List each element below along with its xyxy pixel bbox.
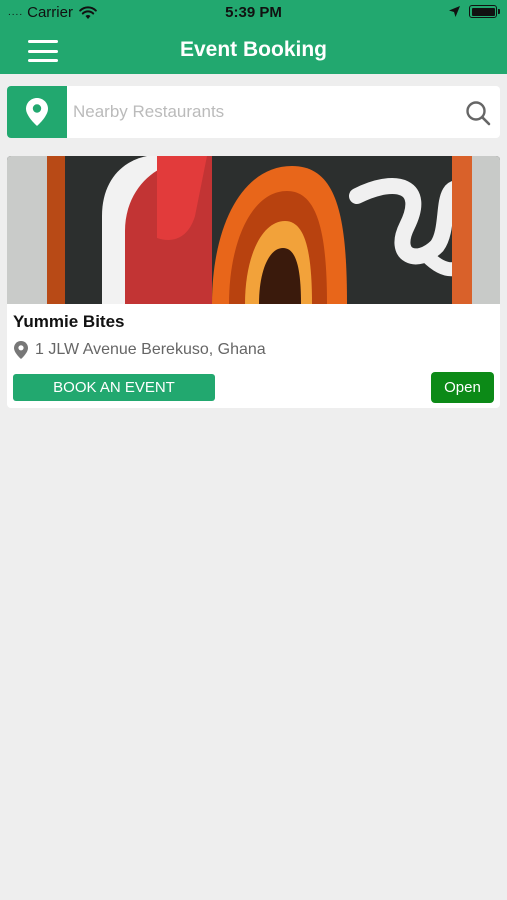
map-pin-icon [14,341,28,359]
book-event-button[interactable]: BOOK AN EVENT [13,374,215,401]
open-status-button[interactable]: Open [431,372,494,403]
restaurant-image[interactable] [7,156,500,304]
search-input[interactable] [73,86,453,138]
address-text: 1 JLW Avenue Berekuso, Ghana [35,341,266,358]
page-title: Event Booking [179,38,327,61]
location-arrow-icon [449,6,460,17]
magnifier-icon[interactable] [464,99,492,127]
restaurant-card[interactable]: Yummie Bites 1 JLW Avenue Berekuso, Ghan… [7,156,500,408]
status-bar: .... Carrier 5:39 PM [0,0,507,26]
map-pin-icon [26,98,48,126]
battery-level [471,7,495,16]
app-header: .... Carrier 5:39 PM Event Booking [0,0,507,74]
search-bar [7,86,500,138]
battery-icon [469,5,500,18]
restaurant-address: 1 JLW Avenue Berekuso, Ghana [13,340,266,360]
status-time: 5:39 PM [225,4,282,21]
restaurant-name[interactable]: Yummie Bites [13,312,125,332]
location-button[interactable] [7,86,67,138]
status-right [448,5,500,18]
